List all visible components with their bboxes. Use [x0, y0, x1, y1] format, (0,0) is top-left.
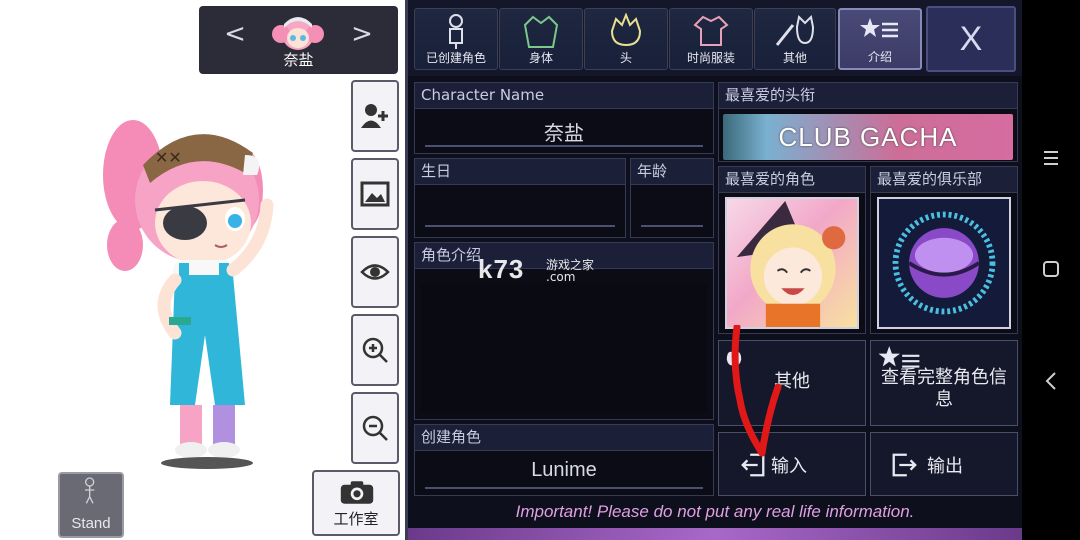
creator-field[interactable]: Lunime — [415, 459, 713, 482]
visibility-button[interactable] — [351, 236, 399, 308]
jacket-icon — [523, 15, 559, 48]
shirt-icon — [693, 15, 729, 46]
side-toolbar — [351, 80, 401, 470]
tab-bar: 已创建角色 身体 头 时尚服装 其他 介绍 X — [408, 0, 1022, 76]
character-avatar-icon — [272, 17, 324, 50]
favorite-character-box: 最喜爱的角色 — [718, 166, 866, 334]
menu-icon[interactable] — [1022, 148, 1080, 168]
hair-icon — [610, 13, 642, 47]
favorite-club-box: 最喜爱的俱乐部 — [870, 166, 1018, 334]
character-name-label: 奈盐 — [283, 51, 314, 69]
favorite-character-portrait[interactable] — [725, 197, 859, 329]
character-figure: ✕✕ — [103, 120, 274, 469]
svg-text:✕✕: ✕✕ — [155, 148, 182, 167]
zoom-out-button[interactable] — [351, 392, 399, 464]
zoom-in-button[interactable] — [351, 314, 399, 386]
tab-label: 已创建角色 — [425, 51, 486, 65]
intro-textarea[interactable] — [421, 283, 707, 413]
age-box: 年龄 — [630, 158, 714, 238]
import-button[interactable]: 输入 — [718, 432, 866, 496]
zoom-out-icon — [362, 415, 388, 441]
zoom-in-icon — [362, 337, 388, 363]
home-icon[interactable] — [1022, 258, 1080, 280]
favorite-club-emblem[interactable] — [877, 197, 1011, 329]
tab-created-characters[interactable]: 已创建角色 — [414, 8, 498, 70]
view-full-info-button[interactable]: 查看完整角色信息 — [870, 340, 1018, 426]
tab-label: 身体 — [528, 51, 553, 65]
camera-icon — [340, 481, 374, 504]
age-header: 年龄 — [631, 159, 713, 185]
tab-fashion[interactable]: 时尚服装 — [669, 8, 753, 70]
character-name-header: Character Name — [415, 83, 713, 109]
system-nav-bar — [1022, 0, 1080, 540]
creator-header: 创建角色 — [415, 425, 713, 451]
export-label: 输出 — [927, 456, 963, 477]
character-name-field[interactable]: 奈盐 — [415, 117, 713, 146]
field-underline — [425, 225, 615, 227]
favorite-title-banner[interactable]: CLUB GACHA — [723, 114, 1013, 160]
prev-character-button[interactable]: < — [221, 20, 249, 48]
character-stage: < > 奈盐 ✕✕ Stand 工作室 — [0, 0, 405, 540]
back-icon[interactable] — [1022, 370, 1080, 392]
character-switcher: < > 奈盐 — [199, 6, 398, 74]
add-character-button[interactable] — [351, 80, 399, 152]
view-full-info-label: 查看完整角色信息 — [881, 367, 1007, 410]
tab-head[interactable]: 头 — [584, 8, 668, 70]
add-user-icon — [361, 104, 388, 128]
other-label: 其他 — [774, 371, 810, 392]
favorite-title-box: 最喜爱的头衔 CLUB GACHA — [718, 82, 1018, 162]
privacy-warning: Important! Please do not put any real li… — [515, 502, 915, 521]
tab-label: 时尚服装 — [686, 51, 735, 65]
star-list-icon — [860, 18, 898, 38]
eye-icon — [360, 264, 390, 280]
intro-box: 角色介绍 — [414, 242, 714, 420]
apple-icon — [726, 351, 742, 366]
other-button[interactable]: 其他 — [718, 340, 866, 426]
stand-label: Stand — [71, 515, 111, 532]
field-underline — [425, 145, 703, 147]
close-button[interactable]: X — [926, 6, 1016, 72]
intro-header: 角色介绍 — [415, 243, 713, 269]
birthday-box: 生日 — [414, 158, 626, 238]
club-orb-icon — [892, 211, 996, 315]
sword-cat-icon — [775, 14, 815, 46]
stand-figure-icon — [84, 477, 95, 504]
import-label: 输入 — [771, 456, 807, 477]
bottom-decoration — [408, 528, 1022, 540]
tab-label: 其他 — [782, 51, 807, 65]
next-character-button[interactable]: > — [348, 20, 376, 48]
tab-body[interactable]: 身体 — [499, 8, 583, 70]
favorite-character-header: 最喜爱的角色 — [719, 167, 865, 193]
person-icon — [449, 14, 463, 49]
favorite-club-header: 最喜爱的俱乐部 — [871, 167, 1017, 193]
background-button[interactable] — [351, 158, 399, 230]
creator-box: 创建角色 Lunime — [414, 424, 714, 496]
tab-label: 头 — [619, 51, 632, 65]
field-underline — [425, 487, 703, 489]
field-underline — [641, 225, 703, 227]
studio-button[interactable]: 工作室 — [312, 470, 400, 536]
image-icon — [360, 181, 390, 207]
tab-profile[interactable]: 介绍 — [838, 8, 922, 70]
profile-panel: 已创建角色 身体 头 时尚服装 其他 介绍 X Character Name 奈… — [405, 0, 1022, 540]
import-icon — [741, 453, 765, 477]
character-name-box: Character Name 奈盐 — [414, 82, 714, 154]
anime-character-image — [736, 200, 846, 327]
export-icon — [892, 453, 917, 477]
stand-pose-button[interactable]: Stand — [58, 472, 124, 538]
export-button[interactable]: 输出 — [870, 432, 1018, 496]
studio-label: 工作室 — [333, 510, 379, 528]
tab-other[interactable]: 其他 — [754, 8, 836, 70]
favorite-title-text: CLUB GACHA — [778, 121, 958, 152]
tab-label: 介绍 — [867, 50, 892, 64]
birthday-header: 生日 — [415, 159, 625, 185]
favorite-title-header: 最喜爱的头衔 — [719, 83, 1017, 109]
